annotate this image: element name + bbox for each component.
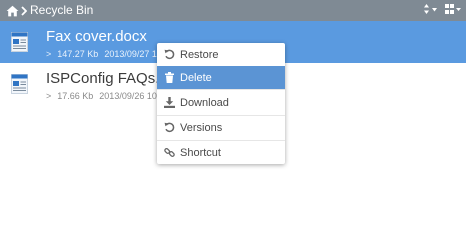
home-icon[interactable] — [6, 5, 19, 17]
context-menu: Restore Delete Download Versions Shortcu… — [157, 43, 285, 164]
menu-item-label: Versions — [180, 121, 223, 134]
menu-divider — [157, 89, 285, 90]
file-size: 17.66 Kb — [57, 91, 94, 101]
menu-item-restore[interactable]: Restore — [157, 43, 285, 66]
versions-icon — [164, 122, 175, 133]
file-name: Fax cover.docx — [46, 28, 147, 45]
document-icon — [11, 32, 28, 52]
trash-icon — [164, 72, 175, 83]
chevron-right-icon — [21, 5, 27, 16]
breadcrumb: Recycle Bin — [6, 3, 93, 18]
file-date: 2013/09/27 1 — [104, 49, 157, 59]
menu-item-download[interactable]: Download — [157, 91, 285, 114]
file-size: 147.27 Kb — [57, 49, 99, 59]
download-icon — [164, 97, 175, 108]
toolbar-actions — [424, 3, 462, 18]
chevron-right-icon: > — [46, 49, 52, 59]
sort-button[interactable] — [424, 2, 437, 20]
view-toggle-button[interactable] — [445, 2, 462, 20]
restore-icon — [164, 49, 175, 60]
menu-item-label: Delete — [180, 71, 212, 84]
menu-item-shortcut[interactable]: Shortcut — [157, 141, 285, 164]
breadcrumb-label[interactable]: Recycle Bin — [30, 3, 93, 18]
toolbar: Recycle Bin — [0, 0, 466, 21]
file-meta: > 147.27 Kb 2013/09/27 1 — [46, 49, 157, 59]
chevron-right-icon: > — [46, 91, 52, 101]
link-icon — [164, 147, 175, 158]
sort-icon — [424, 2, 437, 20]
file-date: 2013/09/26 10 — [99, 91, 157, 101]
menu-item-label: Restore — [180, 48, 219, 61]
file-name: ISPConfig FAQs. — [46, 70, 160, 87]
file-meta: > 17.66 Kb 2013/09/26 10 — [46, 91, 157, 101]
document-icon — [11, 74, 28, 94]
grid-view-icon — [445, 2, 462, 20]
menu-item-label: Download — [180, 96, 229, 109]
menu-item-delete[interactable]: Delete — [157, 66, 285, 89]
menu-item-label: Shortcut — [180, 146, 221, 159]
menu-item-versions[interactable]: Versions — [157, 116, 285, 139]
